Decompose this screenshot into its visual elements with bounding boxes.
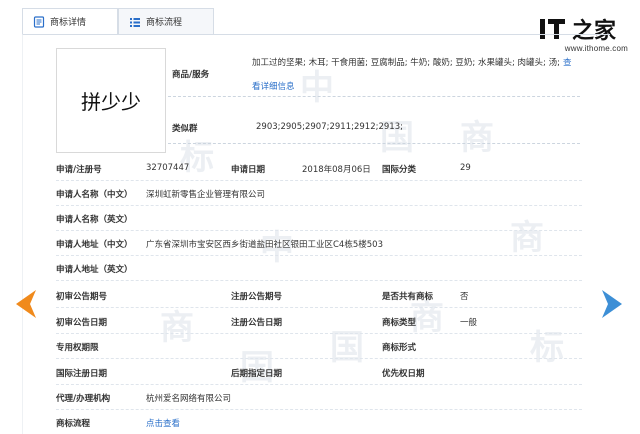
applicant-name-en-label: 申请人名称（英文） bbox=[56, 215, 133, 225]
divider bbox=[168, 96, 580, 97]
shared-mark-value: 否 bbox=[460, 292, 469, 302]
view-details-link[interactable]: 看详细信息 bbox=[252, 80, 295, 92]
next-arrow-icon[interactable] bbox=[600, 290, 622, 318]
tab-trademark-details[interactable]: 商标详情 bbox=[22, 8, 118, 34]
tab-label: 商标详情 bbox=[50, 18, 87, 28]
previous-arrow-icon[interactable] bbox=[16, 290, 38, 318]
trademark-image: 拼少少 bbox=[56, 48, 166, 153]
mark-type-label: 商标类型 bbox=[382, 318, 417, 328]
goods-label: 商品/服务 bbox=[172, 70, 210, 80]
app-date-value: 2018年08月06日 bbox=[302, 165, 371, 175]
priority-date-label: 优先权日期 bbox=[382, 369, 425, 379]
reg-pub-number-label: 注册公告期号 bbox=[231, 292, 283, 302]
later-designation-label: 后期指定日期 bbox=[231, 369, 283, 379]
tab-trademark-process[interactable]: 商标流程 bbox=[118, 8, 214, 34]
exclusive-right-label: 专用权期限 bbox=[56, 343, 99, 353]
similar-group-label: 类似群 bbox=[172, 124, 198, 134]
applicant-address-cn-label: 申请人地址（中文） bbox=[56, 240, 133, 250]
info-row: 初审公告日期 注册公告日期 商标类型 一般 bbox=[56, 309, 582, 334]
agency-label: 代理/办理机构 bbox=[56, 394, 111, 404]
intl-reg-date-label: 国际注册日期 bbox=[56, 369, 108, 379]
info-row: 代理/办理机构 杭州爱名网络有限公司 bbox=[56, 385, 582, 410]
prelim-pub-date-label: 初审公告日期 bbox=[56, 318, 108, 328]
trademark-process-label: 商标流程 bbox=[56, 419, 91, 429]
info-row: 申请人名称（中文） 深圳虹新零售企业管理有限公司 bbox=[56, 181, 582, 206]
applicant-name-cn-value: 深圳虹新零售企业管理有限公司 bbox=[146, 190, 266, 200]
view-more-link[interactable]: 查 bbox=[563, 56, 572, 68]
document-icon bbox=[33, 15, 45, 28]
info-row: 国际注册日期 后期指定日期 优先权日期 bbox=[56, 360, 582, 385]
app-number-label: 申请/注册号 bbox=[56, 165, 102, 175]
reg-pub-date-label: 注册公告日期 bbox=[231, 318, 283, 328]
info-row: 申请人地址（英文） bbox=[56, 256, 582, 281]
goods-value: 加工过的坚果; 木耳; 干食用菌; 豆腐制品; 牛奶; 酸奶; 豆奶; 水果罐头… bbox=[252, 58, 560, 68]
intl-class-value: 29 bbox=[460, 163, 471, 173]
info-row: 初审公告期号 注册公告期号 是否共有商标 否 bbox=[56, 283, 582, 308]
list-icon bbox=[129, 16, 141, 28]
app-number-value: 32707447 bbox=[146, 163, 190, 173]
info-row: 申请人名称（英文） bbox=[56, 206, 582, 231]
info-row: 专用权期限 商标形式 bbox=[56, 334, 582, 359]
similar-group-value: 2903;2905;2907;2911;2912;2913; bbox=[256, 122, 403, 132]
view-process-link[interactable]: 点击查看 bbox=[146, 417, 180, 429]
info-row: 申请人地址（中文） 广东省深圳市宝安区西乡街道盐田社区银田工业区C4栋5楼503 bbox=[56, 231, 582, 256]
mark-type-value: 一般 bbox=[460, 318, 478, 328]
intl-class-label: 国际分类 bbox=[382, 165, 417, 175]
info-row: 商标流程 点击查看 bbox=[56, 410, 582, 434]
shared-mark-label: 是否共有商标 bbox=[382, 292, 434, 302]
divider bbox=[168, 143, 580, 144]
info-row: 申请/注册号 32707447 申请日期 2018年08月06日 国际分类 29 bbox=[56, 156, 582, 181]
mark-form-label: 商标形式 bbox=[382, 343, 417, 353]
applicant-address-en-label: 申请人地址（英文） bbox=[56, 265, 133, 275]
tab-bar: 商标详情 商标流程 bbox=[22, 8, 214, 34]
applicant-address-cn-value: 广东省深圳市宝安区西乡街道盐田社区银田工业区C4栋5楼503 bbox=[146, 240, 383, 250]
app-date-label: 申请日期 bbox=[231, 165, 266, 175]
tab-label: 商标流程 bbox=[146, 18, 183, 28]
prelim-pub-number-label: 初审公告期号 bbox=[56, 292, 108, 302]
applicant-name-cn-label: 申请人名称（中文） bbox=[56, 190, 133, 200]
agency-value: 杭州爱名网络有限公司 bbox=[146, 394, 232, 404]
